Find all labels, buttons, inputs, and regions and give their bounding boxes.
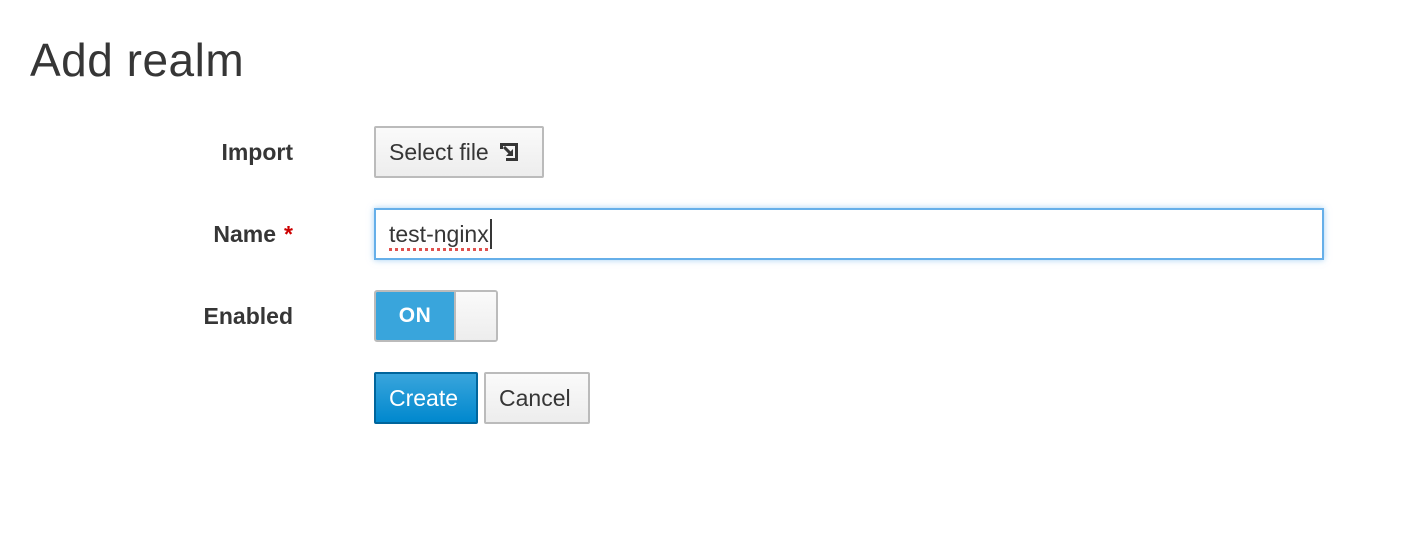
toggle-knob [454, 292, 496, 340]
enabled-toggle[interactable]: ON [374, 290, 498, 342]
name-input-value: test-nginx [389, 220, 489, 247]
enabled-row: Enabled ON [0, 290, 1410, 342]
select-file-button[interactable]: Select file [374, 126, 544, 178]
import-row: Import Select file [0, 126, 1410, 178]
file-import-icon [499, 143, 518, 161]
cancel-button[interactable]: Cancel [484, 372, 590, 424]
enabled-label: Enabled [203, 303, 293, 329]
page-title: Add realm [30, 34, 245, 86]
name-label: Name * [213, 208, 293, 260]
toggle-on-label: ON [376, 292, 454, 340]
select-file-label: Select file [389, 138, 489, 165]
required-marker: * [284, 221, 293, 247]
create-button[interactable]: Create [374, 372, 478, 424]
add-realm-page: Add realm Import Select file Name * test-… [0, 0, 1410, 534]
text-caret [489, 219, 492, 249]
name-row: Name * test-nginx [0, 208, 1410, 260]
actions-row: Create Cancel [0, 372, 1410, 424]
name-input[interactable]: test-nginx [374, 208, 1324, 260]
name-label-text: Name [213, 221, 277, 247]
import-label: Import [221, 139, 293, 165]
